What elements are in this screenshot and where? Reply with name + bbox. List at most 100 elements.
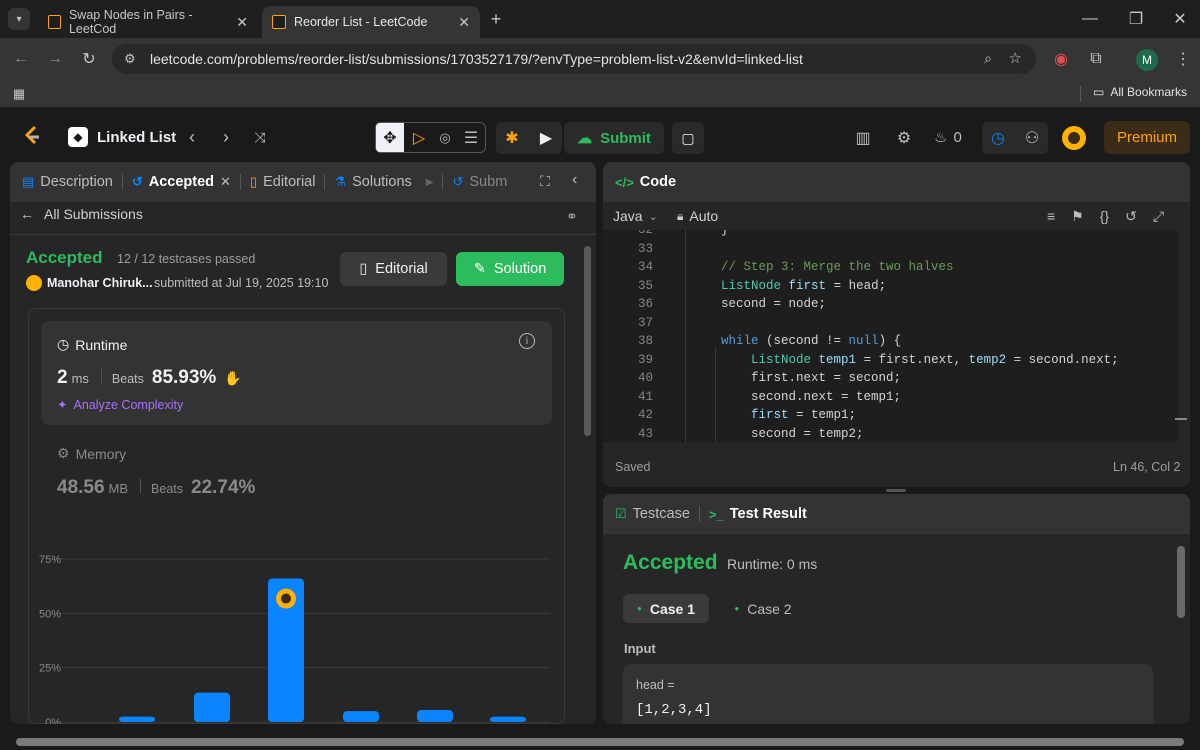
tab-description[interactable]: ▤ Description xyxy=(10,162,122,202)
tab-testcase[interactable]: ☑ Testcase xyxy=(603,494,699,534)
pass-dot-icon: ● xyxy=(734,604,740,613)
autocomplete-mode[interactable]: 🔒︎ Auto xyxy=(677,208,718,224)
link-icon[interactable]: ⚭ xyxy=(566,208,578,225)
code-line[interactable]: 37 xyxy=(603,316,1178,335)
input-label: Input xyxy=(624,641,656,656)
bookmark-icon[interactable]: ⚑ xyxy=(1071,208,1084,225)
drag-handle-icon[interactable]: ✥ xyxy=(376,123,404,152)
tab-test-result[interactable]: >_ Test Result xyxy=(700,494,816,534)
debug-icon[interactable]: ✱ xyxy=(496,122,528,154)
apps-grid-icon[interactable]: ▦ xyxy=(10,85,28,103)
gear-icon[interactable]: ⚙ xyxy=(893,127,915,149)
problem-list-title[interactable]: Linked List xyxy=(97,129,176,146)
browser-tab-swap-nodes[interactable]: Swap Nodes in Pairs - LeetCod ✕ xyxy=(38,6,258,38)
site-info-icon[interactable]: ⚙ xyxy=(124,51,136,67)
tab-code[interactable]: </> Code xyxy=(603,162,685,202)
forward-icon[interactable]: → xyxy=(44,48,66,70)
code-line[interactable]: 43 second = temp2; xyxy=(603,427,1178,443)
notes-button[interactable]: ▢ xyxy=(672,122,704,154)
hide-icon[interactable]: ◎ xyxy=(432,123,458,152)
runtime-label: Runtime xyxy=(75,336,128,353)
code-line[interactable]: 36 second = node; xyxy=(603,297,1178,316)
prev-problem-icon[interactable]: ‹ xyxy=(182,127,202,147)
close-icon[interactable]: ✕ xyxy=(458,14,470,31)
code-line[interactable]: 35 ListNode first = head; xyxy=(603,279,1178,298)
analyze-complexity-link[interactable]: ✦ Analyze Complexity xyxy=(57,397,183,413)
line-number: 41 xyxy=(637,389,653,404)
result-status: Accepted xyxy=(623,551,718,574)
code-line[interactable]: 33 xyxy=(603,242,1178,261)
reload-icon[interactable]: ↻ xyxy=(78,48,100,70)
beats-label: Beats xyxy=(151,482,184,496)
close-window-icon[interactable]: ✕ xyxy=(1170,9,1190,29)
tab-search-icon[interactable]: ▾ xyxy=(8,8,30,30)
code-line[interactable]: 42 first = temp1; xyxy=(603,408,1178,427)
braces-icon[interactable]: {} xyxy=(1100,208,1109,225)
restore-icon[interactable]: ❐ xyxy=(1126,9,1146,29)
menu-kebab-icon[interactable]: ⋮ xyxy=(1172,48,1194,70)
case-2-button[interactable]: ● Case 2 xyxy=(723,594,803,623)
new-tab-icon[interactable]: + xyxy=(486,9,506,29)
maximize-icon[interactable]: ⛶ xyxy=(540,173,550,190)
tab-solutions[interactable]: ⚗ Solutions ▶ xyxy=(325,162,442,202)
problem-list-icon[interactable]: ◆ xyxy=(68,127,88,147)
reset-icon[interactable]: ↺ xyxy=(1125,208,1137,225)
zoom-icon[interactable]: ⌕ xyxy=(984,50,992,67)
tab-submissions[interactable]: ↺ Subm xyxy=(443,162,516,202)
info-icon[interactable]: i xyxy=(519,333,535,349)
editor-scrollbar[interactable] xyxy=(1181,230,1188,442)
code-text: // Step 3: Merge the two halves xyxy=(661,260,954,274)
minimize-icon[interactable]: — xyxy=(1080,9,1100,29)
user-avatar[interactable] xyxy=(1062,126,1086,150)
premium-button[interactable]: Premium xyxy=(1104,121,1190,154)
memory-header[interactable]: ⚙ Memory xyxy=(57,445,126,462)
browser-tab-reorder-list[interactable]: Reorder List - LeetCode ✕ xyxy=(262,6,480,38)
expand-icon[interactable]: ⤢ xyxy=(1153,208,1164,225)
runtime-card[interactable]: ◷ Runtime i 2 ms Beats 85.93% ✋ ✦ Analyz… xyxy=(41,321,552,425)
close-icon[interactable]: ✕ xyxy=(236,14,248,31)
run-icon[interactable]: ▶ xyxy=(530,122,562,154)
submit-button[interactable]: ☁ Submit xyxy=(564,122,664,154)
layout-grid-icon[interactable]: ▥ xyxy=(852,127,874,149)
editorial-button[interactable]: ▯ Editorial xyxy=(340,252,447,286)
username[interactable]: Manohar Chiruk... xyxy=(47,276,153,290)
code-line[interactable]: 34 // Step 3: Merge the two halves xyxy=(603,260,1178,279)
close-icon[interactable]: ✕ xyxy=(220,174,231,190)
panel-scrollbar[interactable] xyxy=(584,246,591,436)
format-icon[interactable]: ≡ xyxy=(1047,208,1055,225)
code-line[interactable]: 41 second.next = temp1; xyxy=(603,390,1178,409)
checkbox-icon: ☑ xyxy=(615,506,627,521)
play-outline-icon[interactable]: ▷ xyxy=(406,123,432,152)
streak-counter[interactable]: ♨ 0 xyxy=(934,128,962,147)
all-submissions-link[interactable]: ← All Submissions xyxy=(20,206,143,222)
code-line[interactable]: 38 while (second != null) { xyxy=(603,334,1178,353)
language-select[interactable]: Java ⌄ xyxy=(613,208,658,224)
code-line[interactable]: 39 ListNode temp1 = first.next, temp2 = … xyxy=(603,353,1178,372)
resize-handle[interactable] xyxy=(886,489,906,492)
scroll-marker xyxy=(1175,418,1187,420)
timer-icon[interactable]: ◷ xyxy=(982,122,1014,154)
shuffle-icon[interactable]: ⤨ xyxy=(250,127,270,147)
tab-accepted[interactable]: ↺ Accepted ✕ xyxy=(123,162,240,202)
all-bookmarks[interactable]: ▭ All Bookmarks xyxy=(1093,85,1187,99)
extension-icon[interactable]: ◉ xyxy=(1050,48,1072,70)
code-line[interactable]: 32 } xyxy=(603,230,1178,242)
extensions-puzzle-icon[interactable]: ⧉ xyxy=(1085,48,1107,70)
profile-avatar[interactable]: M xyxy=(1136,49,1158,71)
page-scrollbar-thumb[interactable] xyxy=(16,738,1184,746)
next-problem-icon[interactable]: › xyxy=(216,127,236,147)
panel-scrollbar[interactable] xyxy=(1177,546,1185,618)
collapse-icon[interactable]: ‹ xyxy=(572,171,577,189)
leetcode-logo-icon[interactable] xyxy=(22,125,42,147)
bookmark-star-icon[interactable]: ☆ xyxy=(1009,49,1022,67)
tab-editorial[interactable]: ▯ Editorial xyxy=(241,162,325,202)
case-1-button[interactable]: ● Case 1 xyxy=(623,594,709,623)
settings-sliders-icon[interactable]: ☰ xyxy=(458,123,484,152)
code-line[interactable]: 40 first.next = second; xyxy=(603,371,1178,390)
solution-button[interactable]: ✎ Solution xyxy=(456,252,564,286)
back-icon[interactable]: ← xyxy=(10,48,32,70)
add-user-icon[interactable]: ⚇ xyxy=(1016,122,1048,154)
address-bar[interactable]: ⚙ leetcode.com/problems/reorder-list/sub… xyxy=(112,44,1036,74)
clap-icon: ✋ xyxy=(224,370,242,386)
code-editor[interactable]: 32 } 33 34 // Step 3: Merge the two halves… xyxy=(603,230,1178,442)
